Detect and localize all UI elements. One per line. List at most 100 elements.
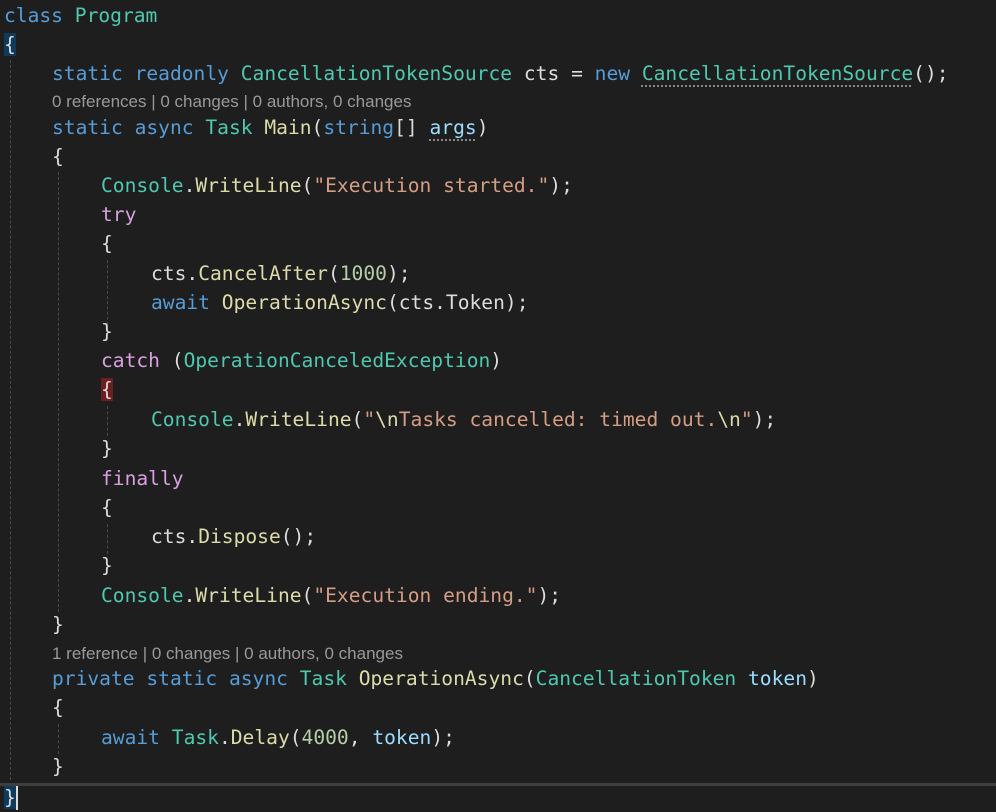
code-line-main-open: { bbox=[52, 143, 64, 171]
brace-open: { bbox=[52, 145, 64, 168]
keyword-async: async bbox=[134, 116, 194, 139]
type-console: Console bbox=[101, 584, 184, 607]
method-delay: Delay bbox=[230, 726, 290, 749]
punct-end: (); bbox=[913, 62, 949, 85]
paren-close: ) bbox=[807, 667, 819, 690]
code-line-finally-open: { bbox=[101, 494, 113, 522]
keyword-string: string bbox=[323, 116, 395, 139]
punct-end: ); bbox=[752, 408, 777, 431]
dot: . bbox=[233, 408, 246, 431]
class-name: Program bbox=[74, 4, 158, 27]
code-line-writeline-end: Console.WriteLine("Execution ending."); bbox=[101, 582, 561, 610]
code-line-catch: catch (OperationCanceledException) bbox=[101, 347, 502, 375]
identifier-cts: cts bbox=[151, 525, 187, 548]
indent-guide-finally bbox=[107, 524, 108, 554]
code-line-await-operation: await OperationAsync(cts.Token); bbox=[151, 289, 529, 317]
punct-end: ); bbox=[431, 726, 455, 749]
keyword-try: try bbox=[101, 203, 137, 226]
keyword-await: await bbox=[101, 726, 160, 749]
brace-open: { bbox=[101, 232, 113, 255]
identifier-cts: cts bbox=[151, 262, 187, 285]
editor-bottom-area bbox=[0, 786, 996, 812]
keyword-new: new bbox=[594, 62, 631, 85]
paren-close: ) bbox=[490, 349, 503, 372]
codelens-operationasync[interactable]: 1 reference | 0 changes | 0 authors, 0 c… bbox=[52, 643, 403, 665]
array-brackets: [] bbox=[394, 116, 430, 139]
dot: . bbox=[183, 584, 196, 607]
code-line-op-close: } bbox=[52, 753, 64, 781]
keyword-static: static bbox=[146, 667, 218, 690]
brace-open: { bbox=[101, 496, 113, 519]
string-quote: " bbox=[363, 408, 376, 431]
punct-end: ); bbox=[549, 174, 573, 197]
type-task: Task bbox=[171, 726, 219, 749]
type-cts: CancellationTokenSource bbox=[240, 62, 513, 85]
method-cancelafter: CancelAfter bbox=[198, 262, 328, 285]
method-writeline: WriteLine bbox=[195, 584, 302, 607]
paren-open: ( bbox=[159, 349, 184, 372]
method-main: Main bbox=[264, 116, 312, 139]
brace-open-highlighted: { bbox=[101, 378, 113, 401]
string-quote: " bbox=[740, 408, 753, 431]
code-line-main-signature: static async Task Main(string[] args) bbox=[52, 114, 488, 142]
paren-open: ( bbox=[311, 116, 324, 139]
ctor-cts: CancellationTokenSource bbox=[641, 62, 914, 85]
method-writeline: WriteLine bbox=[245, 408, 352, 431]
keyword-class: class bbox=[4, 4, 63, 27]
keyword-catch: catch bbox=[101, 349, 160, 372]
type-exception: OperationCanceledException bbox=[183, 349, 491, 372]
identifier-cts: cts bbox=[398, 291, 435, 314]
operator-assign: = bbox=[571, 62, 595, 85]
paren-open: ( bbox=[301, 584, 314, 607]
matched-brace-open: { bbox=[4, 33, 16, 56]
param-token: token bbox=[748, 667, 807, 690]
punct-end: ); bbox=[537, 584, 562, 607]
paren-open: ( bbox=[351, 408, 364, 431]
brace-close: } bbox=[52, 613, 64, 636]
code-line-writeline-cancel: Console.WriteLine("\nTasks cancelled: ti… bbox=[151, 406, 776, 434]
keyword-finally: finally bbox=[101, 467, 184, 490]
keyword-await: await bbox=[151, 291, 210, 314]
type-console: Console bbox=[101, 174, 184, 197]
code-line-cancel-after: cts.CancelAfter(1000); bbox=[151, 260, 411, 288]
brace-close: } bbox=[52, 755, 64, 778]
punct-end: (); bbox=[280, 525, 317, 548]
paren-close: ) bbox=[476, 116, 489, 139]
keyword-static: static bbox=[52, 116, 123, 139]
type-task: Task bbox=[299, 667, 347, 690]
matched-brace-close: } bbox=[4, 786, 16, 809]
comma: , bbox=[348, 726, 373, 749]
keyword-readonly: readonly bbox=[134, 62, 229, 85]
method-dispose: Dispose bbox=[198, 525, 281, 548]
dot: . bbox=[186, 525, 199, 548]
method-operationasync: OperationAsync bbox=[221, 291, 387, 314]
indent-guide-catch bbox=[107, 406, 108, 436]
brace-close: } bbox=[101, 554, 113, 577]
code-line-dispose: cts.Dispose(); bbox=[151, 523, 316, 551]
code-line-try-close: } bbox=[101, 318, 113, 346]
code-line-catch-open: { bbox=[101, 376, 113, 404]
dot: . bbox=[183, 174, 196, 197]
paren-open: ( bbox=[301, 174, 314, 197]
indent-guide-class bbox=[10, 60, 11, 780]
code-line-cts-field: static readonly CancellationTokenSource … bbox=[52, 60, 949, 88]
keyword-private: private bbox=[52, 667, 135, 690]
code-line-main-close: } bbox=[52, 611, 64, 639]
indent-guide-main bbox=[58, 172, 59, 612]
string-literal: "Execution ending." bbox=[313, 584, 538, 607]
punct-end: ); bbox=[504, 291, 529, 314]
type-task: Task bbox=[205, 116, 253, 139]
codelens-main[interactable]: 0 references | 0 changes | 0 authors, 0 … bbox=[52, 91, 411, 113]
brace-open: { bbox=[52, 696, 64, 719]
dot: . bbox=[434, 291, 446, 314]
code-line-op-signature: private static async Task OperationAsync… bbox=[52, 665, 819, 693]
code-line-await-delay: await Task.Delay(4000, token); bbox=[101, 724, 455, 752]
keyword-async: async bbox=[228, 667, 288, 690]
keyword-static: static bbox=[52, 62, 123, 85]
method-writeline: WriteLine bbox=[195, 174, 302, 197]
text-caret bbox=[16, 786, 18, 810]
escape-sequence: \n bbox=[717, 408, 741, 431]
indent-guide-op bbox=[58, 724, 59, 754]
punct-end: ); bbox=[386, 262, 411, 285]
paren-open: ( bbox=[327, 262, 340, 285]
